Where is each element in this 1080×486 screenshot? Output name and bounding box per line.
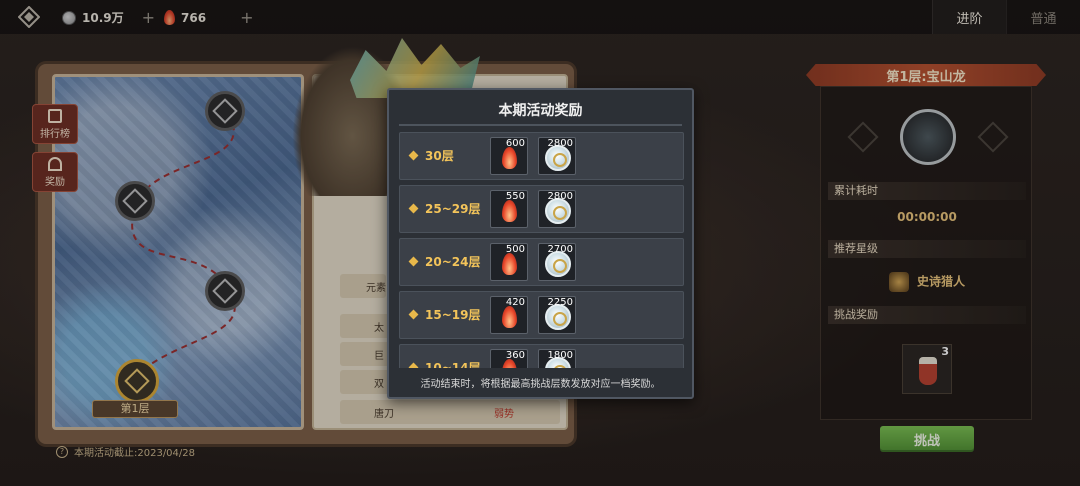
item-count: 2800 (547, 138, 573, 149)
item-count: 2250 (547, 297, 573, 308)
gem-reward-item[interactable]: 550 (490, 190, 528, 228)
coin-reward-item[interactable]: 2800 (538, 190, 576, 228)
reward-tier-row: 25~29层 550 2800 (399, 185, 684, 233)
item-count: 2700 (547, 244, 573, 255)
reward-tier-row: 20~24层 500 2700 (399, 238, 684, 286)
gem-reward-item[interactable]: 360 (490, 349, 528, 368)
tier-label: 30层 (425, 149, 454, 163)
flame-gem-icon (502, 200, 517, 222)
modal-footer-note: 活动结束时，将根据最高挑战层数发放对应一档奖励。 (420, 379, 661, 390)
item-count: 550 (505, 191, 525, 202)
item-count: 500 (505, 244, 525, 255)
reward-tier-row: 10~14层 360 1800 (399, 344, 684, 368)
diamond-bullet-icon (408, 362, 419, 368)
coin-reward-item[interactable]: 2800 (538, 137, 576, 175)
coin-reward-item[interactable]: 2700 (538, 243, 576, 281)
flame-gem-icon (502, 306, 517, 328)
reward-tier-row: 15~19层 420 2250 (399, 291, 684, 339)
diamond-bullet-icon (408, 256, 419, 267)
item-count: 420 (505, 297, 525, 308)
reward-tier-row: 30层 600 2800 (399, 132, 684, 180)
coin-reward-item[interactable]: 2250 (538, 296, 576, 334)
flame-gem-icon (502, 253, 517, 275)
gem-reward-item[interactable]: 600 (490, 137, 528, 175)
diamond-bullet-icon (408, 309, 419, 320)
item-count: 600 (505, 138, 525, 149)
diamond-bullet-icon (408, 203, 419, 214)
event-rewards-modal: 本期活动奖励 30层 600 2800 25~29层 550 2800 20~2… (387, 88, 694, 399)
item-count: 1800 (547, 350, 573, 361)
gem-reward-item[interactable]: 420 (490, 296, 528, 334)
reward-tier-list[interactable]: 30层 600 2800 25~29层 550 2800 20~24层 500 … (399, 132, 684, 368)
tier-label: 20~24层 (425, 255, 481, 269)
diamond-bullet-icon (408, 150, 419, 161)
modal-title: 本期活动奖励 (498, 103, 583, 119)
divider (399, 124, 682, 126)
gem-reward-item[interactable]: 500 (490, 243, 528, 281)
coin-reward-item[interactable]: 1800 (538, 349, 576, 368)
tier-label: 15~19层 (425, 308, 481, 322)
item-count: 360 (505, 350, 525, 361)
item-count: 2800 (547, 191, 573, 202)
flame-gem-icon (502, 147, 517, 169)
tier-label: 10~14层 (425, 361, 481, 368)
tier-label: 25~29层 (425, 202, 481, 216)
